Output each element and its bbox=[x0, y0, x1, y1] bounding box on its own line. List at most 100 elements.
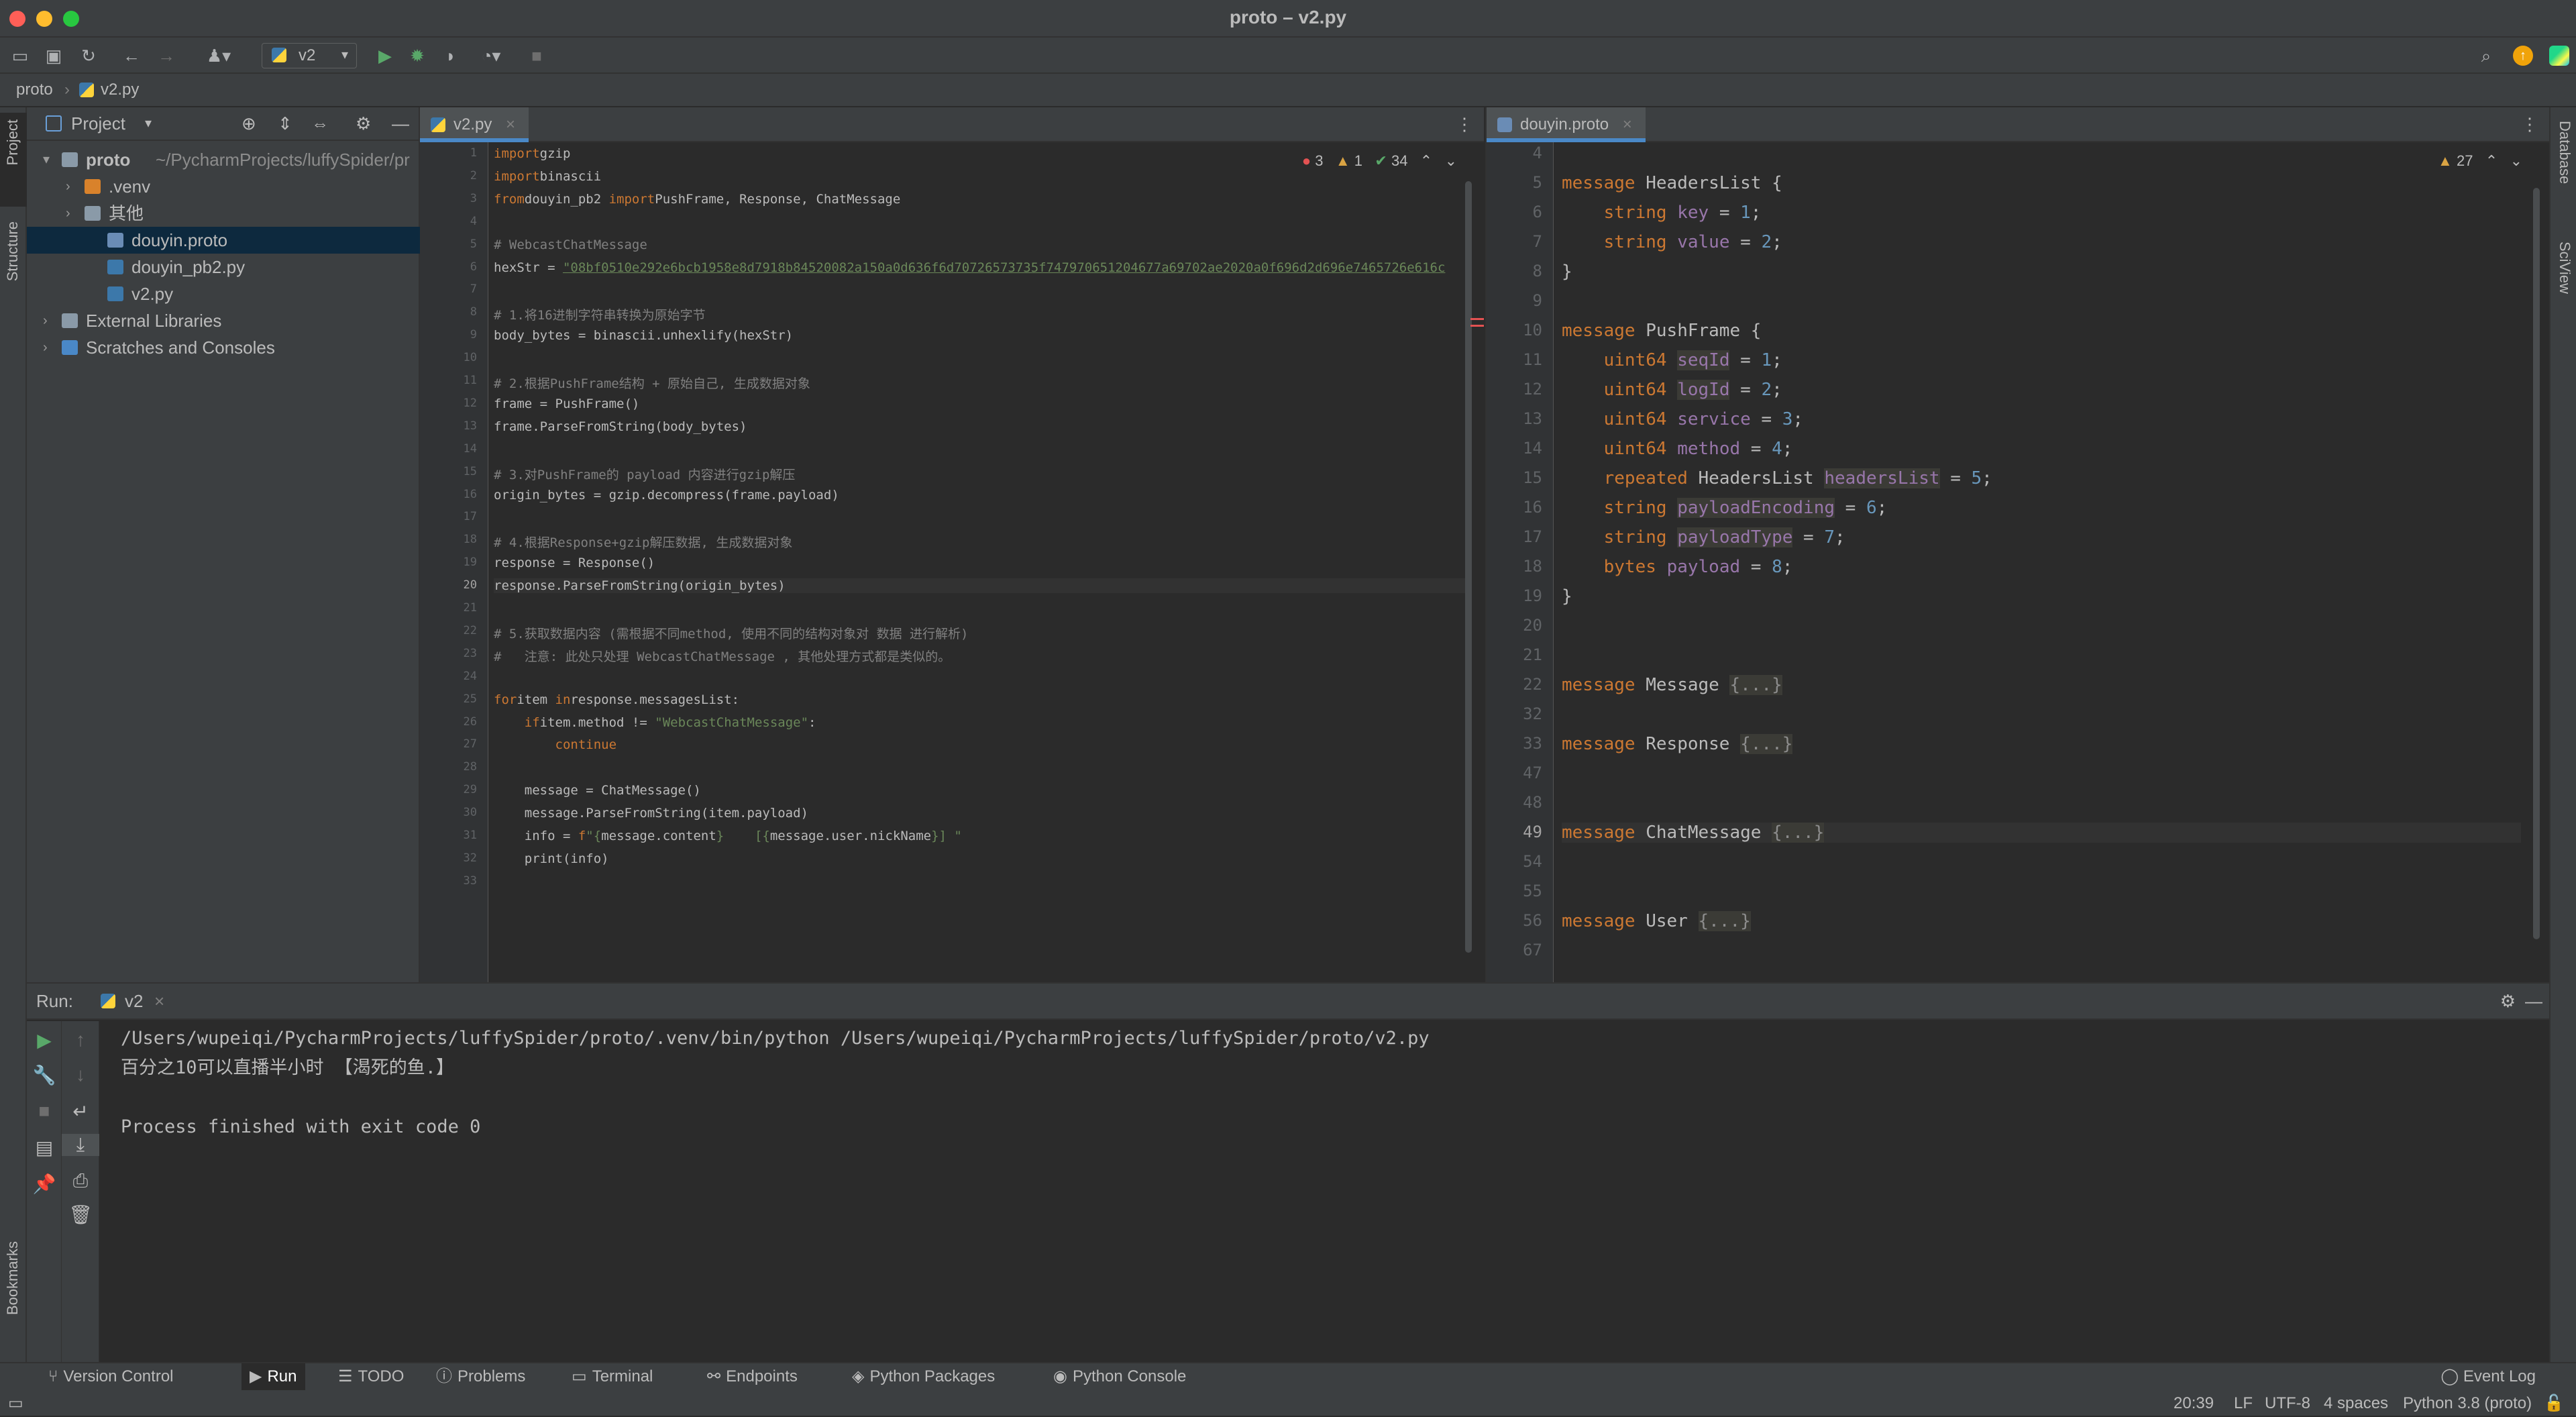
bottom-tab-todo[interactable]: ☰ TODO bbox=[330, 1363, 412, 1390]
chevron-up-icon[interactable]: ⌃ bbox=[2485, 152, 2498, 169]
pin-icon[interactable]: 📌 bbox=[27, 1173, 62, 1195]
project-tree-item[interactable]: › External Libraries bbox=[27, 307, 420, 334]
open-folder-icon[interactable]: ▭ bbox=[9, 46, 31, 66]
console-output[interactable]: /Users/wupeiqi/PycharmProjects/luffySpid… bbox=[121, 1024, 2536, 1359]
caret-position[interactable]: 20:39 bbox=[2174, 1390, 2214, 1417]
inspection-widget[interactable]: ● 3 ▲ 1 ✔ 34 ⌃ ⌄ bbox=[1301, 150, 1457, 172]
arrow-down-icon[interactable]: ↓ bbox=[62, 1064, 99, 1086]
layout-icon[interactable]: ▤ bbox=[27, 1137, 62, 1159]
project-tree-item[interactable]: v2.py bbox=[27, 280, 420, 307]
more-icon[interactable]: ⋮ bbox=[1456, 114, 1473, 135]
more-icon[interactable]: ⋮ bbox=[2521, 114, 2538, 135]
chevron-down-icon[interactable]: ⌄ bbox=[1445, 152, 1457, 169]
breadcrumb-v2py[interactable]: v2.py bbox=[101, 74, 139, 106]
collapse-all-icon[interactable]: ⇔ bbox=[311, 107, 329, 140]
gear-icon[interactable]: ⚙ bbox=[2500, 984, 2516, 1018]
chevron-right-icon[interactable]: › bbox=[66, 200, 70, 227]
chevron-down-icon[interactable]: ▾ bbox=[145, 107, 152, 140]
scroll-to-end-icon[interactable]: ⤓ bbox=[62, 1134, 99, 1156]
close-icon[interactable]: × bbox=[154, 984, 164, 1018]
code-token: payload bbox=[1666, 557, 1741, 577]
line-number: 28 bbox=[463, 760, 477, 774]
file-encoding[interactable]: UTF-8 bbox=[2265, 1390, 2310, 1417]
run-icon[interactable]: ▶ bbox=[374, 46, 396, 66]
line-number: 24 bbox=[463, 669, 477, 683]
bottom-tab-run[interactable]: ▶ Run bbox=[241, 1363, 305, 1390]
editor-scrollbar[interactable] bbox=[2533, 188, 2540, 939]
hide-icon[interactable]: — bbox=[392, 107, 409, 140]
code-line: continue bbox=[494, 737, 617, 752]
editor-scrollbar[interactable] bbox=[1465, 181, 1472, 953]
bottom-tab-terminal[interactable]: ▭ Terminal bbox=[564, 1363, 661, 1390]
coverage-icon[interactable]: ◗ bbox=[440, 46, 462, 66]
chevron-right-icon[interactable]: › bbox=[43, 334, 48, 361]
soft-wrap-icon[interactable]: ↵ bbox=[62, 1100, 99, 1122]
bottom-tab-problems[interactable]: ⓘ Problems bbox=[428, 1363, 533, 1390]
chevron-right-icon[interactable]: › bbox=[43, 307, 48, 334]
stop-icon[interactable]: ■ bbox=[526, 46, 547, 66]
trash-icon[interactable]: 🗑 bbox=[62, 1204, 99, 1226]
code-area[interactable]: message HeadersList { string key = 1; st… bbox=[1562, 142, 2521, 982]
project-tree-item[interactable]: › .venv bbox=[27, 173, 420, 200]
close-icon[interactable]: × bbox=[1623, 115, 1632, 134]
indent-setting[interactable]: 4 spaces bbox=[2324, 1390, 2388, 1417]
chevron-down-icon[interactable]: ⌄ bbox=[2510, 152, 2522, 169]
run-tab-label[interactable]: v2 bbox=[125, 984, 143, 1018]
pycharm-logo-icon[interactable] bbox=[2549, 46, 2569, 66]
bottom-tab-python-console[interactable]: ◉ Python Console bbox=[1045, 1363, 1194, 1390]
code-token: } bbox=[1562, 586, 1572, 607]
back-icon[interactable]: ← bbox=[121, 46, 142, 66]
chevron-down-icon[interactable]: ▾ bbox=[43, 146, 50, 173]
structure-tool-window-tab[interactable]: Structure bbox=[0, 215, 27, 309]
expand-all-icon[interactable]: ⇕ bbox=[278, 107, 292, 140]
vcs-user-icon[interactable]: ♟▾ bbox=[200, 46, 237, 66]
run-config-selector[interactable]: v2 ▾ bbox=[262, 43, 357, 68]
save-icon[interactable]: ▣ bbox=[43, 46, 64, 66]
project-view-title[interactable]: Project bbox=[71, 107, 125, 140]
chevron-up-icon[interactable]: ⌃ bbox=[1420, 152, 1432, 169]
sciview-tool-window-tab[interactable]: SciView bbox=[2551, 235, 2576, 322]
stop-icon[interactable]: ■ bbox=[27, 1100, 62, 1122]
project-tree-item[interactable]: ▾ proto ~/PycharmProjects/luffySpider/pr bbox=[27, 146, 420, 173]
line-number: 2 bbox=[470, 168, 477, 182]
bottom-tab-version-control[interactable]: ⑂ Version Control bbox=[40, 1363, 182, 1390]
arrow-up-icon[interactable]: ↑ bbox=[62, 1029, 99, 1051]
database-tool-window-tab[interactable]: Database bbox=[2551, 114, 2576, 215]
breadcrumb-proto[interactable]: proto bbox=[16, 74, 53, 106]
line-separator[interactable]: LF bbox=[2234, 1390, 2253, 1417]
update-icon[interactable]: ↑ bbox=[2513, 46, 2533, 66]
project-tree-item[interactable]: › Scratches and Consoles bbox=[27, 334, 420, 361]
locate-file-icon[interactable]: ⊕ bbox=[241, 107, 256, 140]
event-log-button[interactable]: ◯ Event Log bbox=[2440, 1363, 2536, 1390]
sync-icon[interactable]: ↻ bbox=[78, 46, 99, 66]
wrench-icon[interactable]: 🔧 bbox=[27, 1064, 62, 1086]
project-tree-item[interactable]: › 其他 bbox=[27, 200, 420, 227]
project-tree-item[interactable]: douyin.proto bbox=[27, 227, 420, 254]
debug-icon[interactable]: ✹ bbox=[407, 46, 428, 66]
project-tree-item[interactable]: douyin_pb2.py bbox=[27, 254, 420, 280]
print-icon[interactable]: ⎙ bbox=[62, 1170, 99, 1192]
gear-icon[interactable]: ⚙ bbox=[356, 107, 371, 140]
forward-icon[interactable]: → bbox=[156, 46, 177, 66]
close-icon[interactable]: × bbox=[506, 115, 515, 134]
chevron-right-icon[interactable]: › bbox=[66, 173, 70, 200]
bottom-tab-endpoints[interactable]: ⚯ Endpoints bbox=[699, 1363, 806, 1390]
editor-tab-douyin-proto[interactable]: douyin.proto × bbox=[1487, 107, 1646, 142]
search-icon[interactable]: ⌕ bbox=[2475, 46, 2497, 66]
python-interpreter[interactable]: Python 3.8 (proto) bbox=[2403, 1390, 2532, 1417]
bottom-tab-python-packages[interactable]: ◈ Python Packages bbox=[844, 1363, 1003, 1390]
layout-toggle-icon[interactable]: ▭ bbox=[8, 1390, 23, 1417]
project-tool-window-tab[interactable]: Project bbox=[0, 113, 27, 207]
bookmarks-tool-window-tab[interactable]: Bookmarks bbox=[0, 1235, 27, 1349]
code-line: importgzip bbox=[494, 146, 570, 161]
editor-tab-v2py[interactable]: v2.py × bbox=[420, 107, 529, 142]
inspection-widget[interactable]: ▲ 27 ⌃ ⌄ bbox=[2438, 150, 2522, 172]
rerun-icon[interactable]: ▶ bbox=[27, 1029, 62, 1051]
console-line: 百分之10可以直播半小时 【渴死的鱼.】 bbox=[121, 1057, 455, 1078]
lock-icon[interactable]: 🔓 bbox=[2544, 1390, 2564, 1417]
hide-icon[interactable]: — bbox=[2525, 984, 2542, 1018]
profile-icon[interactable]: ◔▾ bbox=[472, 46, 510, 66]
code-area[interactable]: importgzip importbinascii fromdouyin_pb2 i… bbox=[494, 142, 1466, 982]
